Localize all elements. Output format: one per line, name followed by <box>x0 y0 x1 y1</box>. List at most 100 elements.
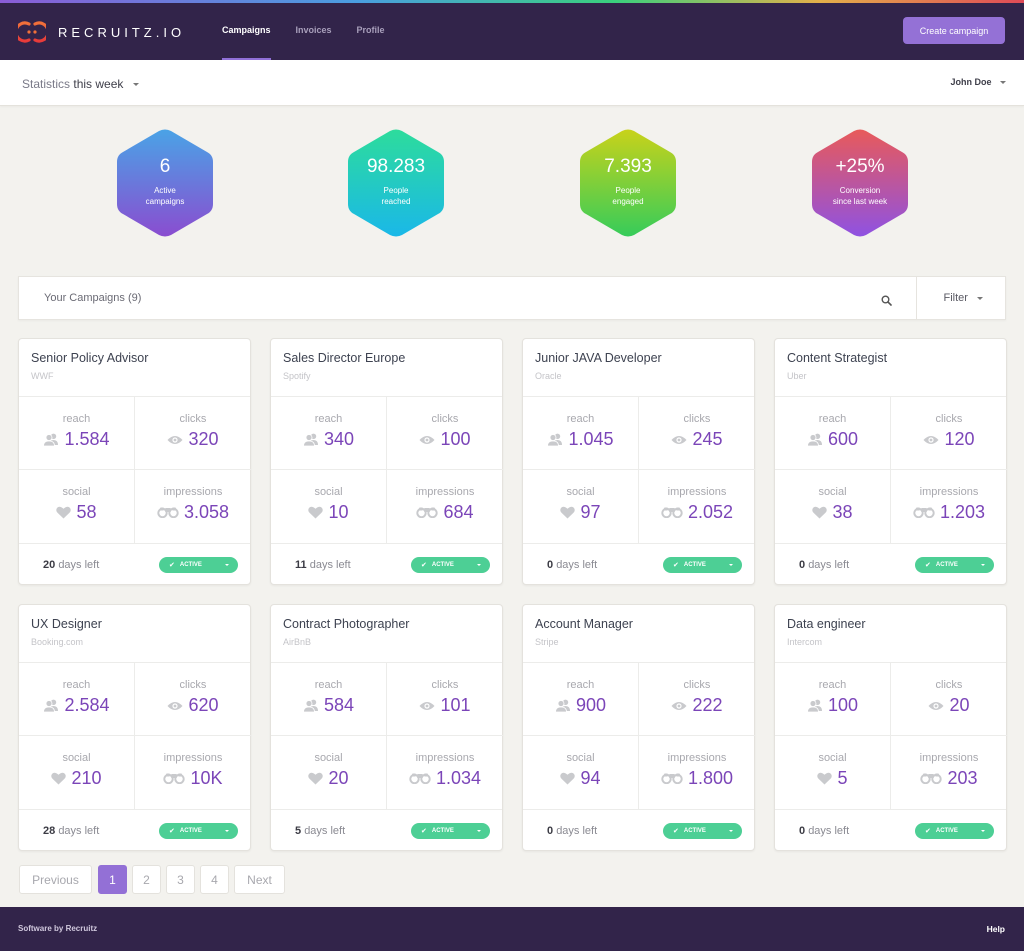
binoculars-icon <box>920 773 943 784</box>
campaign-card[interactable]: Contract Photographer AirBnB reach 584 c… <box>270 604 503 851</box>
campaign-title[interactable]: Sales Director Europe <box>283 351 490 365</box>
campaign-company: Oracle <box>535 371 562 381</box>
campaign-card[interactable]: Data engineer Intercom reach 100 clicks … <box>774 604 1007 851</box>
campaign-card[interactable]: UX Designer Booking.com reach 2.584 clic… <box>18 604 251 851</box>
campaign-title[interactable]: Junior JAVA Developer <box>535 351 742 365</box>
metric-value-row: 10 <box>271 502 386 523</box>
metric-label: reach <box>62 679 91 691</box>
check-icon: ✔ <box>169 828 175 835</box>
stat-label: People engaged <box>580 185 676 207</box>
chevron-down-icon <box>729 830 733 832</box>
metric-impressions: impressions 1.800 <box>639 736 755 809</box>
metric-value-row: 2.052 <box>639 502 755 523</box>
status-badge-dropdown[interactable]: ✔ ACTIVE <box>663 823 742 839</box>
page-button-3[interactable]: 3 <box>166 865 195 894</box>
card-footer: 0 days left ✔ ACTIVE <box>775 810 1006 852</box>
card-metrics: reach 100 clicks 20 social 5 impressions… <box>775 663 1007 810</box>
stat-label-line2: campaigns <box>145 197 185 206</box>
main-nav: Campaigns Invoices Profile <box>222 0 410 60</box>
days-left: 11 days left <box>295 559 351 571</box>
help-link[interactable]: Help <box>987 924 1005 934</box>
campaign-title[interactable]: Senior Policy Advisor <box>31 351 238 365</box>
campaign-title[interactable]: UX Designer <box>31 617 238 631</box>
social-value: 10 <box>328 502 349 522</box>
previous-page-button[interactable]: Previous <box>19 865 92 894</box>
eye-icon <box>167 435 183 444</box>
metric-label: clicks <box>179 413 207 425</box>
status-badge-dropdown[interactable]: ✔ ACTIVE <box>411 823 490 839</box>
campaign-title[interactable]: Data engineer <box>787 617 994 631</box>
reach-value: 340 <box>323 429 355 449</box>
binoculars-icon <box>163 773 186 784</box>
metric-value-row: 3.058 <box>135 502 251 523</box>
create-campaign-button[interactable]: Create campaign <box>903 17 1005 44</box>
clicks-value: 620 <box>188 695 219 715</box>
metric-value-row: 1.034 <box>387 768 503 789</box>
status-badge-dropdown[interactable]: ✔ ACTIVE <box>915 557 994 573</box>
social-value: 58 <box>76 502 97 522</box>
status-badge-dropdown[interactable]: ✔ ACTIVE <box>915 823 994 839</box>
reach-value: 600 <box>827 429 859 449</box>
stat-label-line2: engaged <box>612 197 644 206</box>
metric-clicks: clicks 320 <box>135 397 251 470</box>
stat-label: Active campaigns <box>117 185 213 207</box>
eye-icon <box>419 435 435 444</box>
brand-name: RECRUITZ.IO <box>58 24 186 40</box>
campaign-title[interactable]: Contract Photographer <box>283 617 490 631</box>
impressions-value: 10K <box>190 768 223 788</box>
nav-invoices[interactable]: Invoices <box>296 0 332 60</box>
campaign-title[interactable]: Account Manager <box>535 617 742 631</box>
card-metrics: reach 1.045 clicks 245 social 97 impress… <box>523 397 755 544</box>
nav-profile[interactable]: Profile <box>357 0 385 60</box>
metric-reach: reach 584 <box>271 663 387 736</box>
stats-period-dropdown[interactable]: Statistics this week <box>22 77 139 91</box>
days-suffix: days left <box>808 559 850 571</box>
campaign-card[interactable]: Junior JAVA Developer Oracle reach 1.045… <box>522 338 755 585</box>
metric-value-row: 620 <box>135 695 251 716</box>
campaign-card[interactable]: Sales Director Europe Spotify reach 340 … <box>270 338 503 585</box>
next-page-button[interactable]: Next <box>234 865 285 894</box>
chevron-down-icon <box>225 564 229 566</box>
stat-label-line2: since last week <box>832 197 888 206</box>
clicks-value: 320 <box>188 429 219 449</box>
users-icon <box>303 699 318 712</box>
metric-value-row: 10K <box>135 768 251 789</box>
campaign-card[interactable]: Content Strategist Uber reach 600 clicks… <box>774 338 1007 585</box>
campaign-title[interactable]: Content Strategist <box>787 351 994 365</box>
metric-reach: reach 1.045 <box>523 397 639 470</box>
user-menu-dropdown[interactable]: John Doe <box>950 77 1006 87</box>
page-button-4[interactable]: 4 <box>200 865 229 894</box>
filter-dropdown[interactable]: Filter <box>943 292 983 304</box>
nav-campaigns[interactable]: Campaigns <box>222 0 271 60</box>
status-label: ACTIVE <box>683 828 706 834</box>
stat-value: 98.283 <box>366 156 426 177</box>
clicks-value: 101 <box>440 695 471 715</box>
metric-value-row: 38 <box>775 502 890 523</box>
card-header: Content Strategist Uber <box>775 339 1006 397</box>
eye-icon <box>923 435 939 444</box>
metric-label: social <box>566 486 595 498</box>
days-left: 5 days left <box>295 825 345 837</box>
status-badge-dropdown[interactable]: ✔ ACTIVE <box>663 557 742 573</box>
brand-logo[interactable]: RECRUITZ.IO <box>14 18 186 46</box>
page-button-1[interactable]: 1 <box>98 865 127 894</box>
status-label: ACTIVE <box>179 562 202 568</box>
days-count: 0 <box>799 559 806 571</box>
filter-label: Filter <box>943 292 968 304</box>
chevron-down-icon <box>981 564 985 566</box>
status-badge-dropdown[interactable]: ✔ ACTIVE <box>411 557 490 573</box>
status-label: ACTIVE <box>179 828 202 834</box>
impressions-value: 3.058 <box>183 502 230 522</box>
status-badge-dropdown[interactable]: ✔ ACTIVE <box>159 823 238 839</box>
metric-value-row: 210 <box>19 768 134 789</box>
status-badge-dropdown[interactable]: ✔ ACTIVE <box>159 557 238 573</box>
campaign-card[interactable]: Senior Policy Advisor WWF reach 1.584 cl… <box>18 338 251 585</box>
metric-label: impressions <box>919 486 979 498</box>
campaign-card[interactable]: Account Manager Stripe reach 900 clicks … <box>522 604 755 851</box>
search-icon[interactable] <box>881 293 892 306</box>
days-count: 0 <box>547 559 554 571</box>
days-left: 28 days left <box>43 825 99 837</box>
page-button-2[interactable]: 2 <box>132 865 161 894</box>
users-icon <box>807 699 822 712</box>
days-count: 0 <box>799 825 806 837</box>
